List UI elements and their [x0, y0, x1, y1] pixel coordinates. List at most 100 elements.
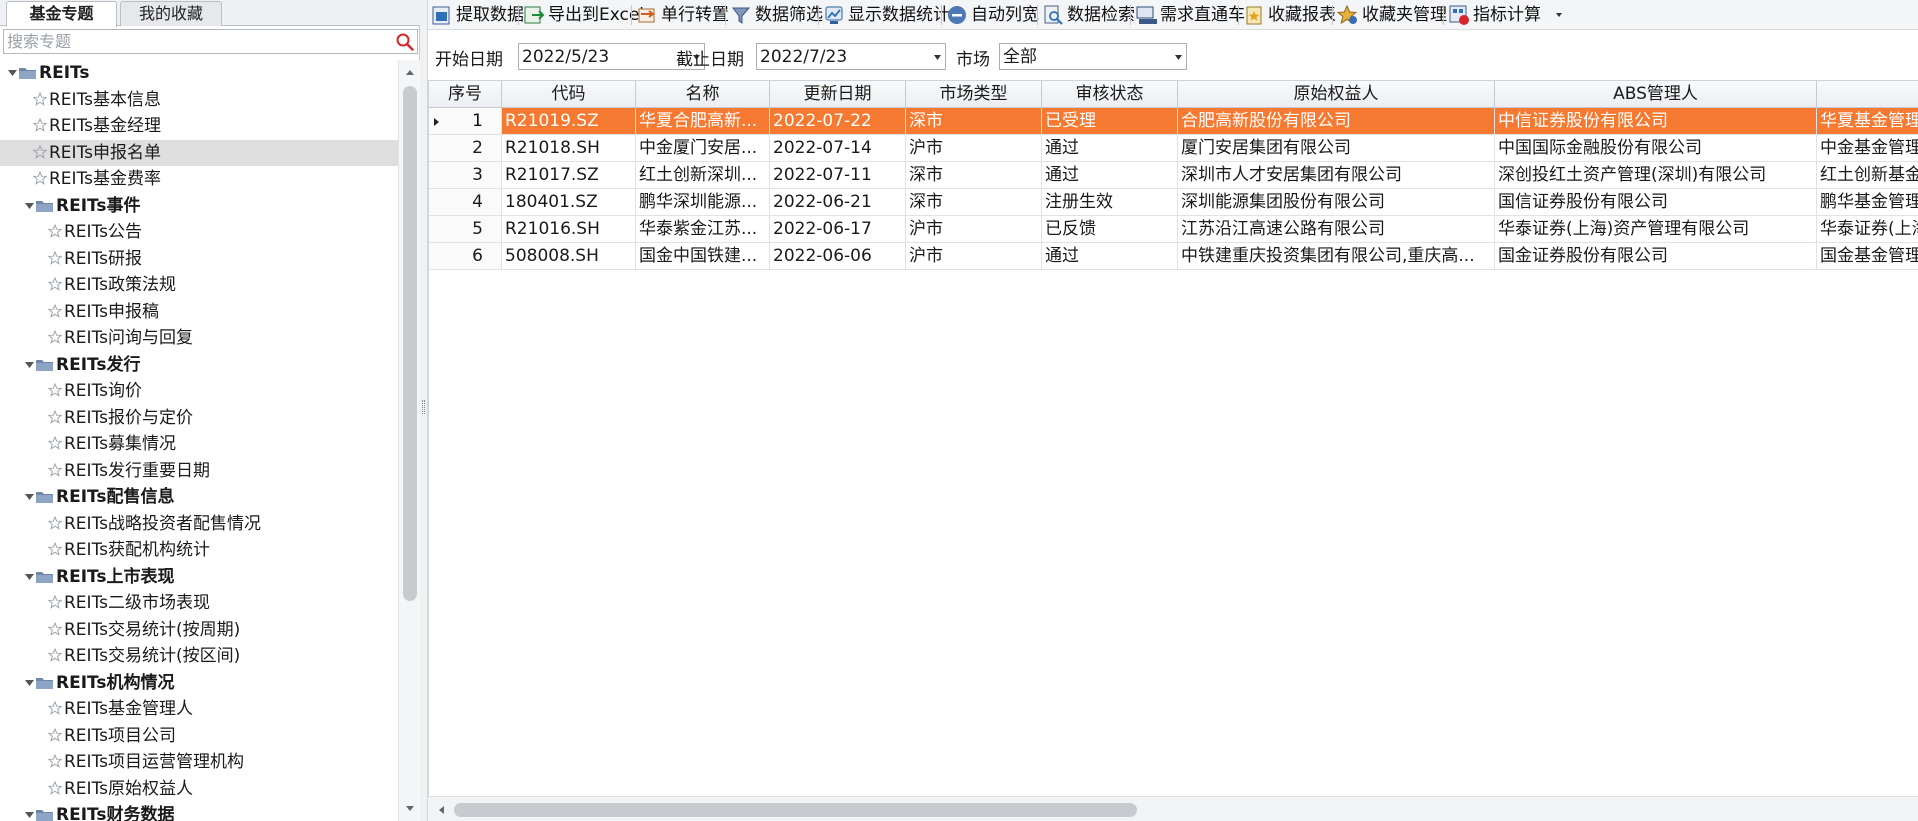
main-area: 提取数据 导出到Excel 单行转置 数据筛选 显示数据统计 自动列宽 数据检索 需求直通车 收… — [428, 0, 1918, 821]
tree-item[interactable]: REITs公告 — [0, 219, 398, 245]
tree-group[interactable]: REITs财务数据 — [0, 802, 398, 821]
table-row[interactable]: 3 R21017.SZ 红土创新深圳... 2022-07-11 深市 通过 深圳市人才安居… — [429, 162, 1918, 189]
favorites-manage-icon — [1337, 4, 1358, 25]
toolbar-button-label: 提取数据 — [456, 5, 524, 25]
table-row[interactable]: 4 180401.SZ 鹏华深圳能源... 2022-06-21 深市 注册生效 深圳能源集… — [429, 189, 1918, 216]
tree-group[interactable]: REITs上市表现 — [0, 564, 398, 590]
cell-fund-manager: 华泰证券(上海 — [1817, 216, 1918, 243]
tree-group[interactable]: REITs事件 — [0, 193, 398, 219]
tree-item[interactable]: REITs项目公司 — [0, 723, 398, 749]
panel-splitter[interactable] — [420, 0, 428, 821]
tree-item[interactable]: REITs政策法规 — [0, 272, 398, 298]
search-icon[interactable] — [395, 32, 415, 52]
toolbar-button-label: 自动列宽 — [971, 5, 1039, 25]
tree-item[interactable]: REITs交易统计(按周期) — [0, 617, 398, 643]
tree-group[interactable]: REITs发行 — [0, 352, 398, 378]
table-row[interactable]: 5 R21016.SH 华泰紫金江苏... 2022-06-17 沪市 已反馈 江苏沿江高速… — [429, 216, 1918, 243]
tree-group[interactable]: REITs配售信息 — [0, 484, 398, 510]
expand-toggle-icon[interactable] — [25, 493, 34, 502]
tree-group-label: REITs事件 — [56, 195, 141, 216]
cell-update-date: 2022-06-06 — [770, 243, 906, 270]
tree-item[interactable]: REITs询价 — [0, 378, 398, 404]
tree-group-label: REITs机构情况 — [56, 672, 175, 693]
tree-item[interactable]: REITs原始权益人 — [0, 776, 398, 802]
tab-fund-topics[interactable]: 基金专题 — [6, 1, 117, 27]
tree-item[interactable]: REITs基金费率 — [0, 166, 398, 192]
expand-toggle-icon[interactable] — [25, 573, 34, 582]
cell-market-type: 深市 — [906, 189, 1042, 216]
tree-item[interactable]: REITs申报稿 — [0, 299, 398, 325]
tree-item[interactable]: REITs发行重要日期 — [0, 458, 398, 484]
cell-code: R21019.SZ — [502, 108, 636, 135]
scroll-left-arrow-icon[interactable] — [437, 805, 445, 815]
topic-search-box — [3, 29, 418, 54]
tree-item[interactable]: REITs问询与回复 — [0, 325, 398, 351]
table-row[interactable]: 6 508008.SH 国金中国铁建... 2022-06-06 沪市 通过 中铁建重庆投资… — [429, 243, 1918, 270]
cell-originator: 厦门安居集团有限公司 — [1178, 135, 1495, 162]
cell-name: 国金中国铁建... — [636, 243, 770, 270]
tree-group[interactable]: REITs — [0, 60, 398, 86]
tree-item[interactable]: REITs报价与定价 — [0, 405, 398, 431]
cell-code: R21017.SZ — [502, 162, 636, 189]
tree-group[interactable]: REITs机构情况 — [0, 670, 398, 696]
end-date-picker[interactable]: 2022/7/23 — [756, 43, 946, 70]
tree-item[interactable]: REITs项目运营管理机构 — [0, 749, 398, 775]
tree-item-label: REITs战略投资者配售情况 — [64, 513, 261, 534]
start-date-label: 开始日期 — [435, 50, 503, 70]
tree-group-label: REITs上市表现 — [56, 566, 175, 587]
expand-toggle-icon[interactable] — [25, 202, 34, 211]
cell-code: 180401.SZ — [502, 189, 636, 216]
grid-horizontal-scrollbar[interactable] — [428, 796, 1918, 821]
scroll-down-arrow-icon[interactable] — [405, 805, 415, 813]
grid-scroll-thumb[interactable] — [454, 803, 1137, 817]
table-row[interactable]: 1 R21019.SZ 华夏合肥高新... 2022-07-22 深市 已受理 合肥高新股份… — [429, 108, 1918, 135]
cell-index: 4 — [429, 189, 502, 216]
column-header-review-status[interactable]: 审核状态 — [1042, 81, 1178, 108]
tree-item[interactable]: REITs基本信息 — [0, 87, 398, 113]
tree-item-label: REITs项目运营管理机构 — [64, 752, 244, 772]
data-search-icon — [1044, 5, 1063, 25]
tree-item[interactable]: REITs交易统计(按区间) — [0, 643, 398, 669]
expand-toggle-icon[interactable] — [25, 811, 34, 820]
cell-review-status: 通过 — [1042, 135, 1178, 162]
table-row[interactable]: 2 R21018.SH 中金厦门安居... 2022-07-14 沪市 通过 厦门安居集团有… — [429, 135, 1918, 162]
tree-item[interactable]: REITs研报 — [0, 246, 398, 272]
tree-item[interactable]: REITs二级市场表现 — [0, 590, 398, 616]
tree-item-label: REITs报价与定价 — [64, 407, 193, 428]
column-header-originator[interactable]: 原始权益人 — [1178, 81, 1495, 108]
tree-item-label: REITs政策法规 — [64, 275, 176, 295]
column-header-fund-manager[interactable] — [1817, 81, 1918, 108]
expand-toggle-icon[interactable] — [25, 361, 34, 370]
market-select[interactable]: 全部 — [999, 43, 1187, 70]
tree-item-label: REITs基金经理 — [49, 116, 161, 136]
tree-scroll-thumb[interactable] — [403, 86, 417, 601]
chevron-down-icon[interactable] — [1556, 13, 1562, 17]
tree-item[interactable]: REITs申报名单 — [0, 139, 398, 166]
tree-item-label: REITs基金费率 — [49, 169, 161, 189]
topic-search-input[interactable] — [4, 30, 394, 53]
tree-item[interactable]: REITs战略投资者配售情况 — [0, 511, 398, 537]
expand-toggle-icon[interactable] — [8, 69, 17, 78]
tree-vertical-scrollbar[interactable] — [398, 60, 420, 821]
splitter-grip[interactable] — [422, 400, 425, 414]
tree-item[interactable]: REITs基金经理 — [0, 113, 398, 139]
scroll-up-arrow-icon[interactable] — [405, 68, 415, 76]
tree-item-label: REITs交易统计(按周期) — [64, 619, 241, 640]
column-header-abs-manager[interactable]: ABS管理人 — [1495, 81, 1817, 108]
column-header-name[interactable]: 名称 — [636, 81, 770, 108]
column-header-market-type[interactable]: 市场类型 — [906, 81, 1042, 108]
expand-toggle-icon[interactable] — [25, 679, 34, 688]
tab-my-favorites[interactable]: 我的收藏 — [120, 1, 222, 26]
tree-item[interactable]: REITs募集情况 — [0, 431, 398, 457]
cell-abs-manager: 深创投红土资产管理(深圳)有限公司 — [1495, 162, 1817, 189]
tree-group-label: REITs财务数据 — [56, 805, 175, 821]
cell-market-type: 沪市 — [906, 216, 1042, 243]
column-header-index[interactable]: 序号 — [429, 81, 502, 108]
tree-item[interactable]: REITs基金管理人 — [0, 696, 398, 722]
cell-name: 华夏合肥高新... — [636, 108, 770, 135]
toolbar-button-label: 指标计算 — [1473, 5, 1541, 25]
cell-originator: 江苏沿江高速公路有限公司 — [1178, 216, 1495, 243]
tree-item[interactable]: REITs获配机构统计 — [0, 537, 398, 563]
column-header-code[interactable]: 代码 — [502, 81, 636, 108]
column-header-update-date[interactable]: 更新日期 — [770, 81, 906, 108]
